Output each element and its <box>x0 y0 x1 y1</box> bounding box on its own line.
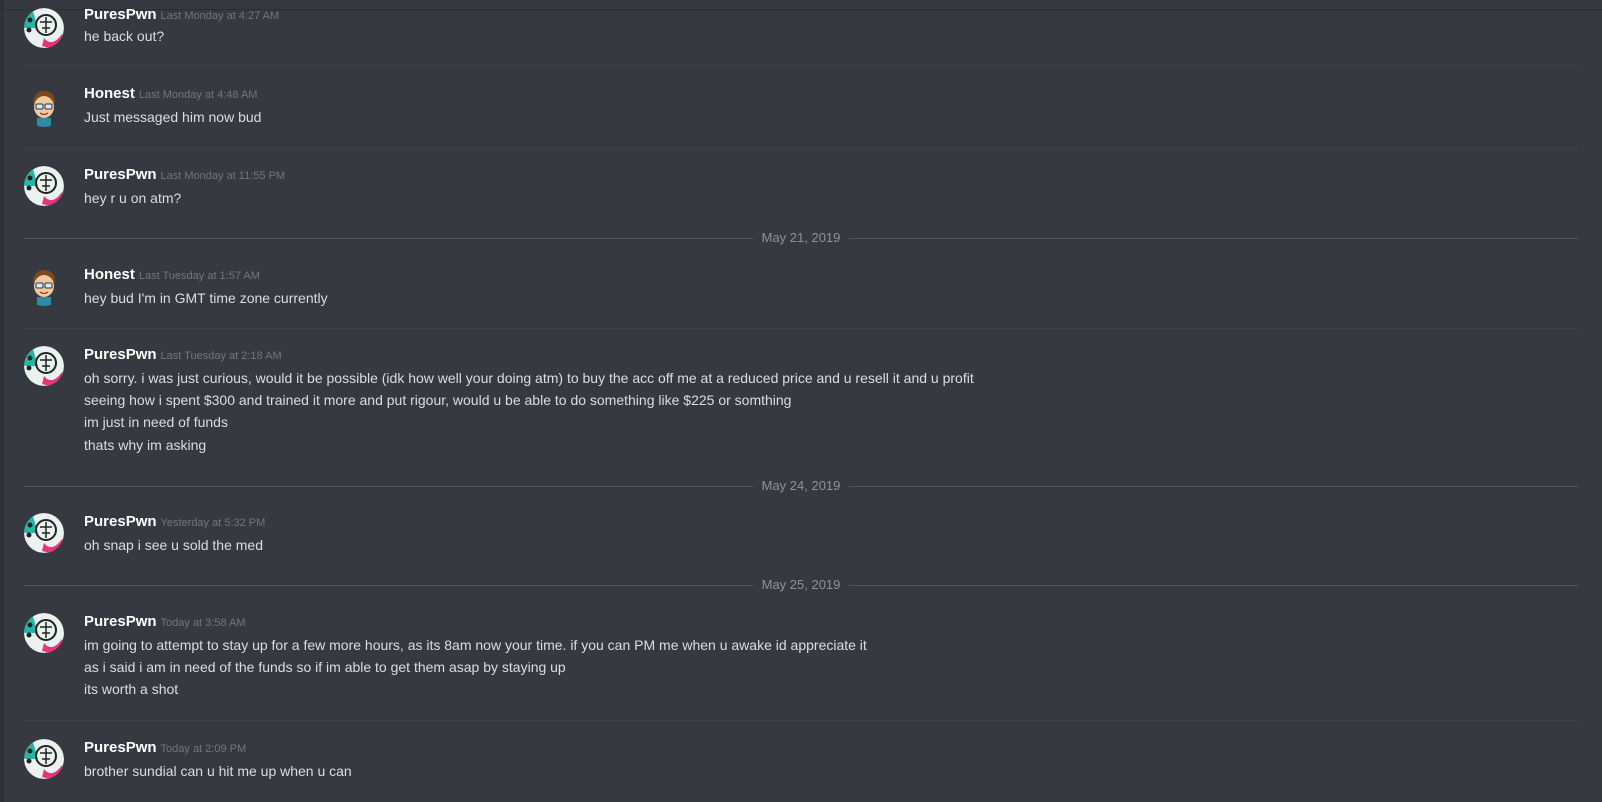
message-text: im going to attempt to stay up for a few… <box>84 637 867 653</box>
message-text: seeing how i spent $300 and trained it m… <box>84 392 792 408</box>
username[interactable]: PuresPwn <box>84 739 157 756</box>
message-text: Just messaged him now bud <box>84 109 262 125</box>
message-text: brother sundial can u hit me up when u c… <box>84 763 352 779</box>
message-text: oh snap i see u sold the med <box>84 537 264 553</box>
honest-avatar-icon[interactable] <box>24 266 64 306</box>
puresp-avatar-icon[interactable] <box>24 166 64 206</box>
username[interactable]: PuresPwn <box>84 613 157 630</box>
puresp-avatar-icon[interactable] <box>24 8 64 48</box>
username[interactable]: PuresPwn <box>84 6 157 23</box>
day-divider-label: May 21, 2019 <box>753 230 849 246</box>
puresp-avatar-icon[interactable] <box>24 613 64 653</box>
puresp-avatar-icon[interactable] <box>24 346 64 386</box>
timestamp: Last Monday at 4:27 AM <box>160 10 280 22</box>
day-divider-label: May 25, 2019 <box>753 577 849 593</box>
message-text: hey bud I'm in GMT time zone currently <box>84 290 328 306</box>
day-divider-label: May 24, 2019 <box>753 478 849 494</box>
username[interactable]: Honest <box>84 266 135 283</box>
honest-avatar-icon[interactable] <box>24 87 64 127</box>
timestamp: Yesterday at 5:32 PM <box>160 517 266 529</box>
day-divider: May 24, 2019 <box>24 478 1578 494</box>
message-separator <box>24 65 1578 66</box>
day-divider: May 25, 2019 <box>24 577 1578 593</box>
message-separator <box>24 328 1578 329</box>
message-separator <box>24 148 1578 149</box>
message-text: hey r u on atm? <box>84 190 182 206</box>
message-text: im just in need of funds <box>84 414 228 430</box>
username[interactable]: Honest <box>84 85 135 102</box>
puresp-avatar-icon[interactable] <box>24 513 64 553</box>
username[interactable]: PuresPwn <box>84 513 157 530</box>
timestamp: Last Monday at 11:55 PM <box>160 170 286 182</box>
username[interactable]: PuresPwn <box>84 346 157 363</box>
day-divider: May 21, 2019 <box>24 230 1578 246</box>
puresp-avatar-icon[interactable] <box>24 739 64 779</box>
timestamp: Today at 2:09 PM <box>160 743 247 755</box>
timestamp: Today at 3:58 AM <box>160 617 246 629</box>
message-text: its worth a shot <box>84 681 179 697</box>
timestamp: Last Monday at 4:48 AM <box>138 89 258 101</box>
message-text: as i said i am in need of the funds so i… <box>84 659 566 675</box>
username[interactable]: PuresPwn <box>84 166 157 183</box>
message-text: he back out? <box>84 28 165 44</box>
timestamp: Last Tuesday at 1:57 AM <box>138 270 260 282</box>
message-text: oh sorry. i was just curious, would it b… <box>84 370 974 386</box>
timestamp: Last Tuesday at 2:18 AM <box>160 350 282 362</box>
message-text: thats why im asking <box>84 437 207 453</box>
message-separator <box>24 720 1578 721</box>
message-list[interactable]: PuresPwn Last Monday at 4:27 AM he back o… <box>0 0 1602 802</box>
